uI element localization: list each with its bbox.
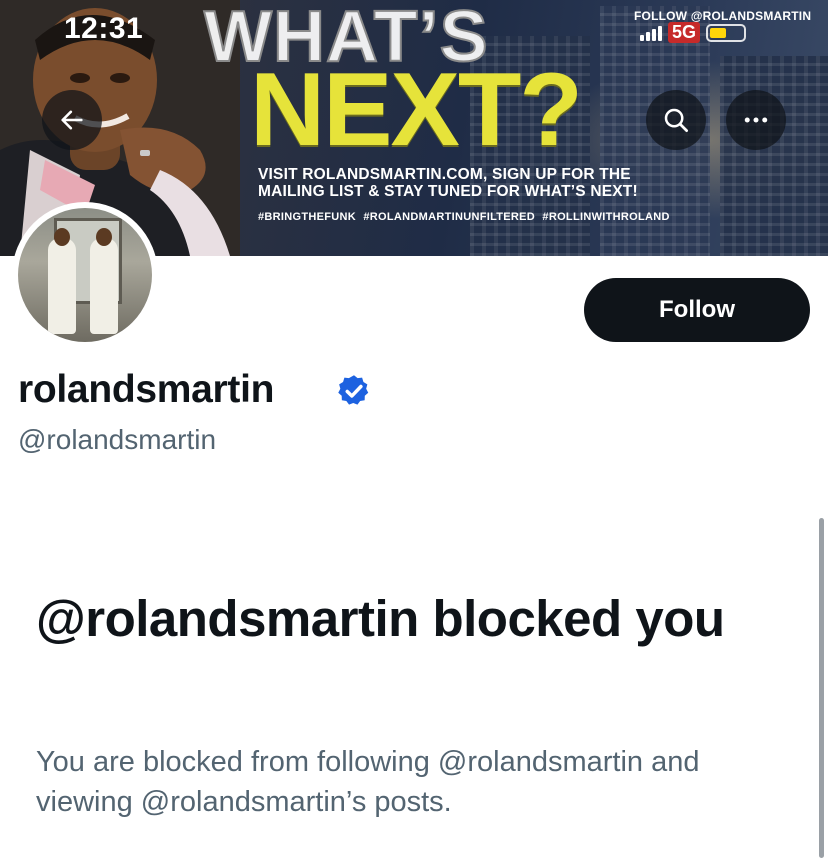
blocked-notice-description: You are blocked from following @rolandsm…	[36, 746, 700, 818]
banner-building	[720, 56, 828, 256]
avatar-figure	[90, 238, 118, 334]
avatar-figure	[48, 238, 76, 334]
banner-follow-handle: FOLLOW @ROLANDSMARTIN	[634, 9, 812, 23]
arrow-left-icon	[61, 110, 83, 130]
avatar-photo	[18, 208, 152, 342]
banner-promo-text: VISIT ROLANDSMARTIN.COM, SIGN UP FOR THE…	[258, 166, 758, 200]
profile-display-name: rolandsmartin	[18, 368, 275, 411]
battery-icon	[706, 23, 747, 42]
profile-handle: @rolandsmartin	[18, 424, 217, 455]
scrollbar[interactable]	[819, 518, 824, 858]
banner-promo-line: VISIT ROLANDSMARTIN.COM, SIGN UP FOR THE	[258, 166, 631, 183]
profile-avatar[interactable]	[12, 202, 158, 348]
banner-headline-bottom: NEXT?	[250, 52, 583, 168]
verified-badge-icon	[338, 375, 369, 405]
cellular-signal-icon	[640, 25, 662, 41]
avatar-head	[96, 228, 112, 246]
network-type-label: 5G	[668, 22, 701, 43]
back-button[interactable]	[42, 90, 102, 150]
follow-button[interactable]: Follow	[584, 278, 810, 342]
banner-hashtags: #BRINGTHEFUNK #ROLANDMARTINUNFILTERED #R…	[258, 211, 670, 223]
avatar-head	[54, 228, 70, 246]
blocked-notice-title: @rolandsmartin blocked you	[36, 590, 725, 647]
status-bar-indicators: 5G	[640, 22, 747, 43]
status-bar-time: 12:31	[64, 12, 144, 45]
search-icon	[664, 108, 688, 132]
more-options-button[interactable]	[726, 90, 786, 150]
more-horizontal-icon	[744, 117, 768, 123]
banner-promo-line: MAILING LIST & STAY TUNED FOR WHAT’S NEX…	[258, 183, 638, 200]
search-button[interactable]	[646, 90, 706, 150]
